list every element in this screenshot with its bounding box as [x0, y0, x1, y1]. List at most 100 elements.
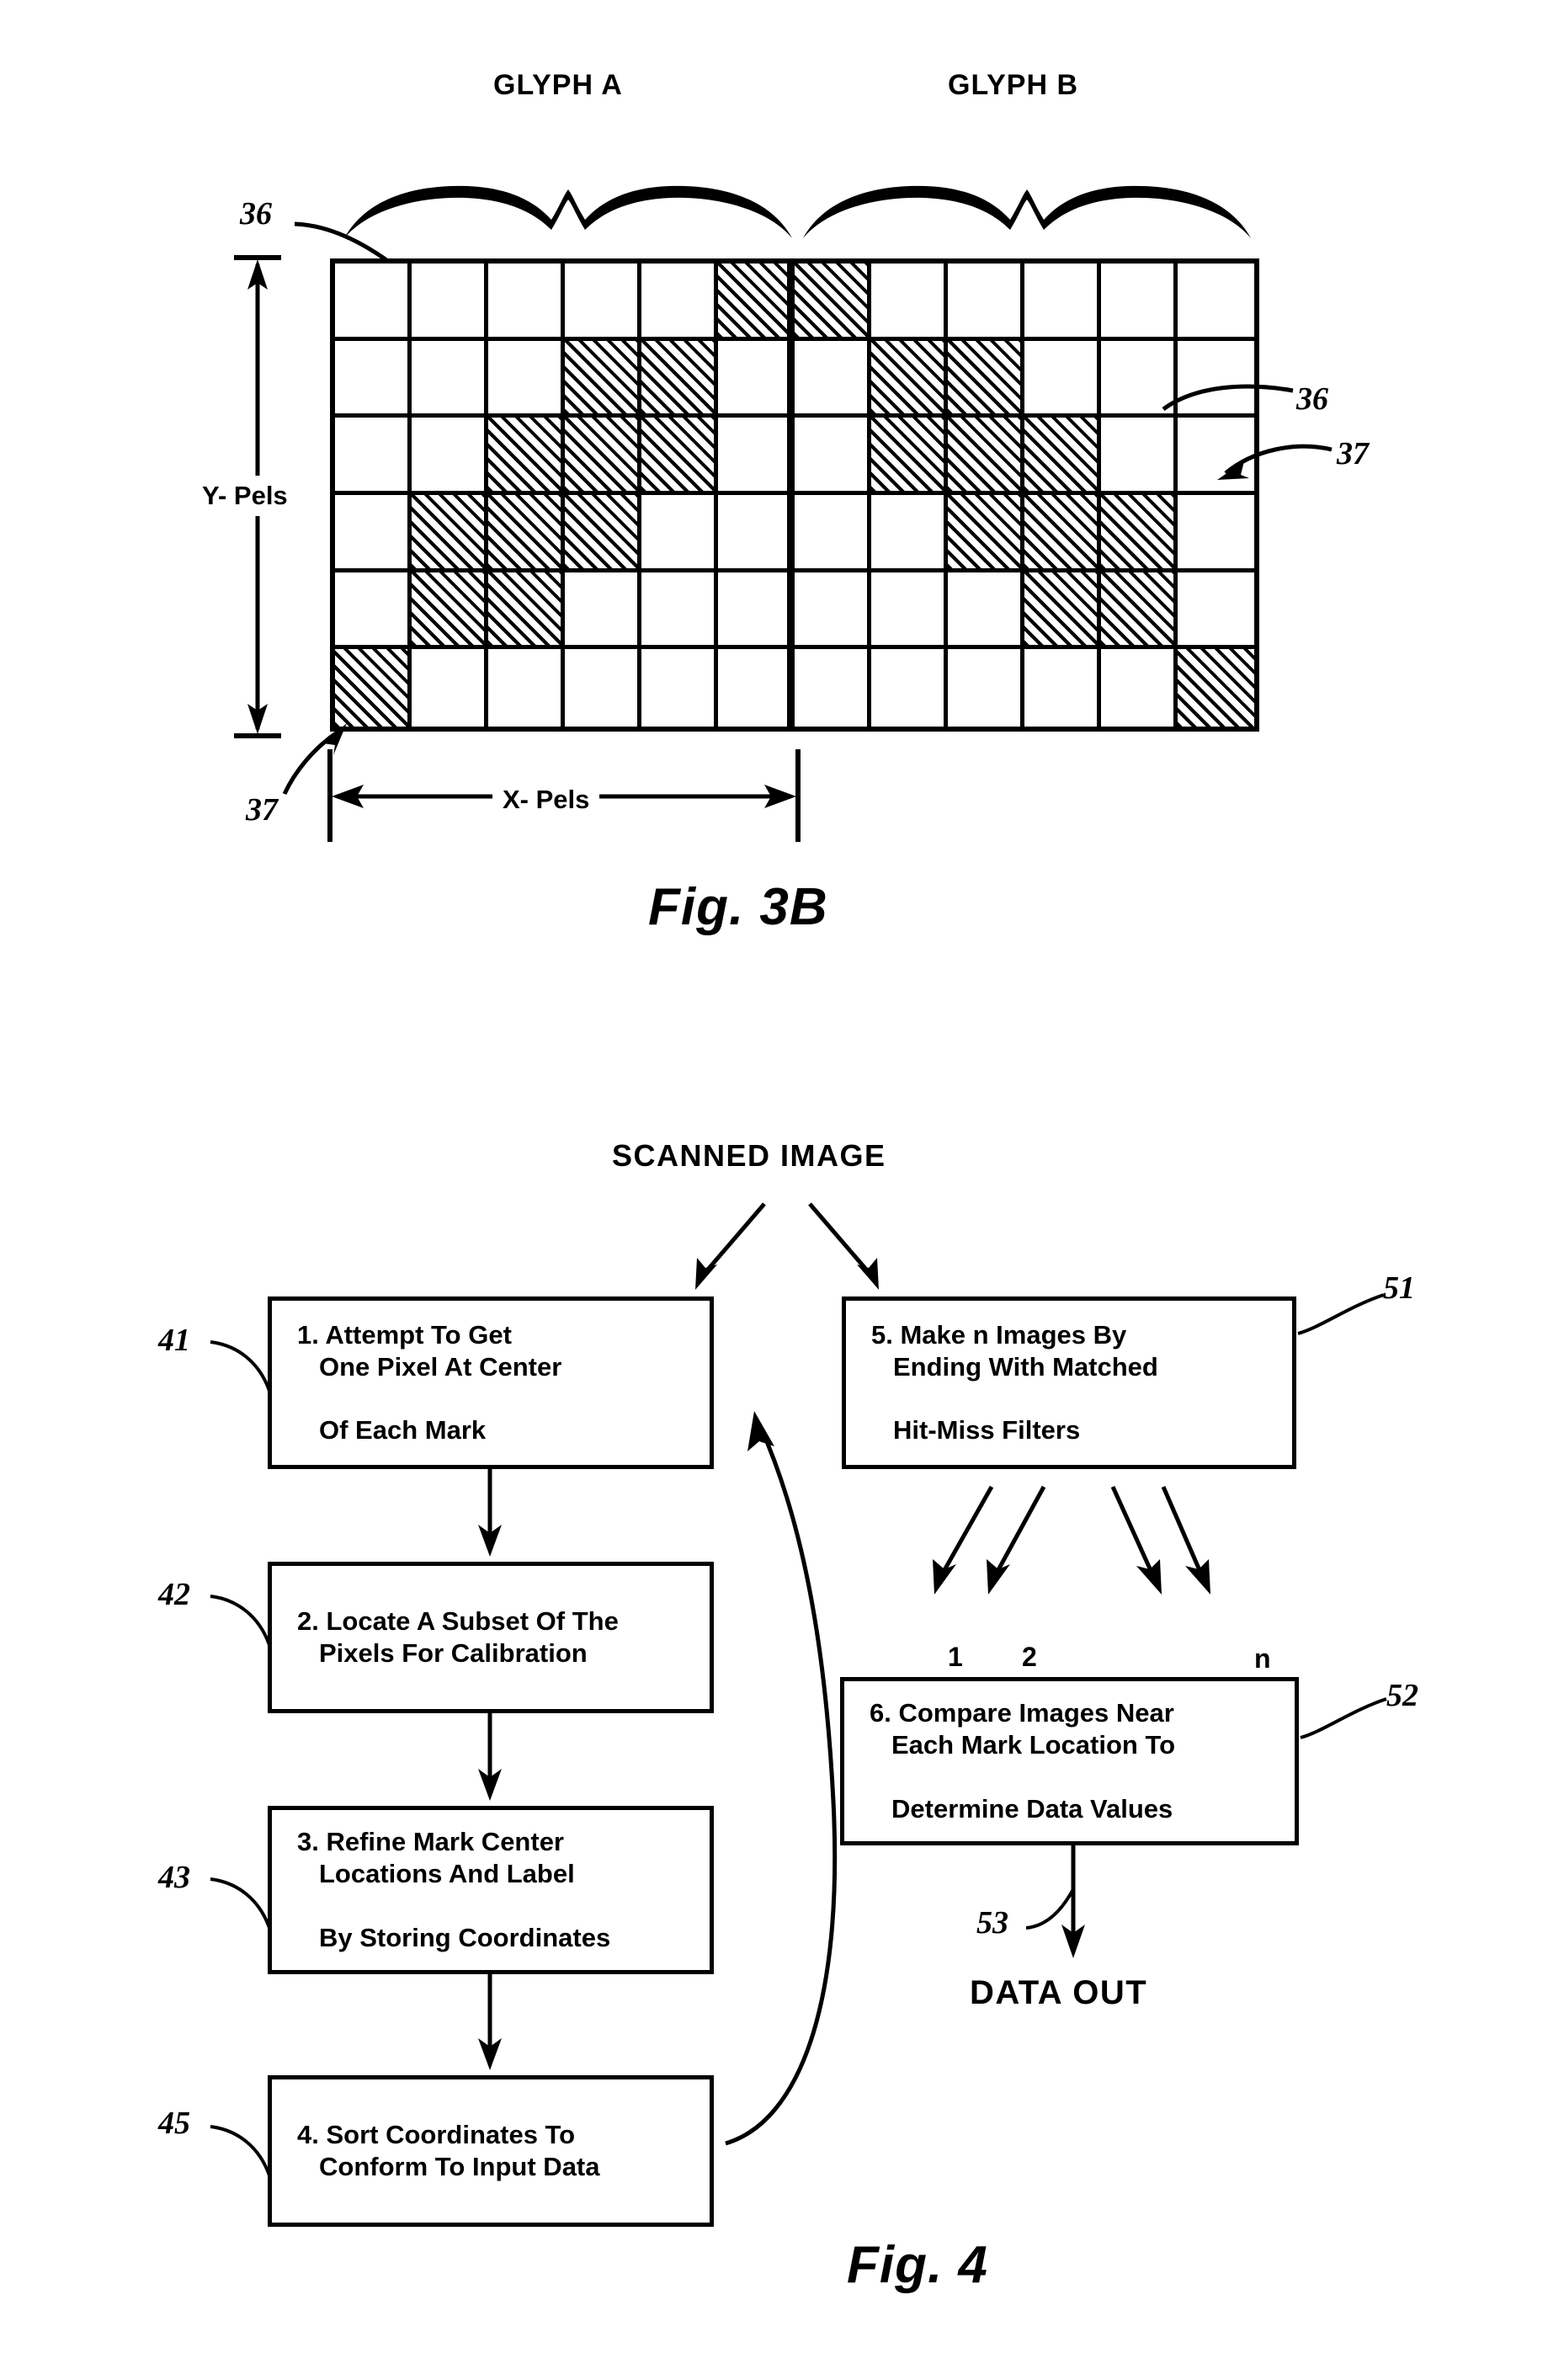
pixel-cell-r2-c8 [871, 340, 948, 418]
flow-box-5-line3: Hit-Miss Filters [893, 1415, 1081, 1446]
flow-box-4[interactable]: 4. Sort Coordinates To Conform To Input … [268, 2075, 714, 2227]
pixel-cell-r2-c5 [641, 340, 718, 418]
pixel-cell-r2-c6 [718, 340, 795, 418]
flow-box-4-line2: Conform To Input Data [319, 2152, 600, 2181]
pixel-cell-r4-c3 [488, 494, 565, 572]
pixel-cell-r1-c9 [948, 264, 1024, 341]
ref-45-leader-line [210, 2125, 271, 2176]
pixel-cell-r6-c10 [1024, 649, 1101, 727]
pixel-cell-r5-c10 [1024, 572, 1101, 650]
ref-42-leader-line [210, 1595, 271, 1646]
ref-numeral-42: 42 [158, 1577, 190, 1612]
pixel-cell-r1-c7 [795, 264, 871, 341]
flow-box-3-text: 3. Refine Mark Center Locations And Labe… [297, 1795, 610, 1986]
pixel-cell-r6-c9 [948, 649, 1024, 727]
ref-numeral-36-top-left: 36 [240, 196, 272, 232]
flow-box-5-line2: Ending With Matched [893, 1351, 1158, 1382]
pixel-grid [330, 258, 1259, 732]
pixel-cell-r4-c12 [1178, 494, 1254, 572]
pixel-cell-r5-c9 [948, 572, 1024, 650]
flow-box-5-text: 5. Make n Images By Ending With Matched … [871, 1287, 1158, 1478]
flow-box-6-line2: Each Mark Location To [891, 1730, 1176, 1760]
pixel-cell-r4-c10 [1024, 494, 1101, 572]
flow-box-6-text: 6. Compare Images Near Each Mark Locatio… [870, 1666, 1175, 1857]
figure-4-caption: Fig. 4 [847, 2236, 988, 2294]
flow-box-3-line2: Locations And Label [319, 1859, 575, 1889]
flow-box-4-line1: 4. Sort Coordinates To [297, 2120, 576, 2150]
pixel-cell-r1-c6 [718, 264, 795, 341]
pixel-cell-r2-c1 [335, 340, 412, 418]
flow-box-1-line2: One Pixel At Center [319, 1351, 562, 1382]
pixel-cell-r5-c11 [1101, 572, 1178, 650]
pixel-cell-r1-c11 [1101, 264, 1178, 341]
pixel-cell-r3-c8 [871, 418, 948, 495]
pixel-cell-r6-c8 [871, 649, 948, 727]
ref-numeral-37-right: 37 [1337, 436, 1369, 471]
pixel-cell-r2-c3 [488, 340, 565, 418]
pixel-cell-r5-c7 [795, 572, 871, 650]
arrow-box3-to-box4 [478, 1974, 502, 2070]
pixel-cell-r3-c7 [795, 418, 871, 495]
pixel-cell-r5-c5 [641, 572, 718, 650]
pixel-cell-r1-c12 [1178, 264, 1254, 341]
glyph-b-label: GLYPH B [948, 69, 1079, 101]
pixel-cell-r2-c2 [412, 340, 488, 418]
flow-box-6-line1: 6. Compare Images Near [870, 1698, 1174, 1728]
pixel-cell-r4-c5 [641, 494, 718, 572]
flow-box-5[interactable]: 5. Make n Images By Ending With Matched … [842, 1296, 1296, 1469]
flow-box-6-line3: Determine Data Values [891, 1793, 1173, 1824]
pixel-cell-r5-c12 [1178, 572, 1254, 650]
pixel-cell-r1-c4 [565, 264, 641, 341]
ref-52-leader-line [1300, 1697, 1387, 1739]
pixel-cell-r5-c2 [412, 572, 488, 650]
scanned-image-input-arrows [695, 1202, 879, 1290]
flow-box-2-line1: 2. Locate A Subset Of The [297, 1606, 619, 1637]
pixel-cell-r6-c2 [412, 649, 488, 727]
pixel-cell-r1-c5 [641, 264, 718, 341]
pixel-cell-r4-c7 [795, 494, 871, 572]
pixel-cell-r2-c9 [948, 340, 1024, 418]
ref-numeral-53: 53 [976, 1905, 1008, 1941]
branch-label-n: n [1254, 1643, 1271, 1674]
flow-box-1[interactable]: 1. Attempt To Get One Pixel At Center Of… [268, 1296, 714, 1469]
arrow-box1-to-box2 [478, 1469, 502, 1557]
arrow-box2-to-box3 [478, 1713, 502, 1801]
ref-51-leader-line [1297, 1293, 1385, 1335]
flow-box-1-line3: Of Each Mark [319, 1415, 487, 1446]
pixel-cell-r1-c1 [335, 264, 412, 341]
ref-43-leader-line [210, 1877, 271, 1929]
ref-36-right-leader-line [1162, 384, 1294, 412]
figure-3b-caption: Fig. 3B [648, 878, 828, 936]
pixel-cell-r3-c5 [641, 418, 718, 495]
arrow-box4-to-box5 [725, 1411, 838, 2146]
pixel-cell-r3-c9 [948, 418, 1024, 495]
pixel-cell-r6-c6 [718, 649, 795, 727]
pixel-cell-r3-c4 [565, 418, 641, 495]
pixel-cell-r5-c1 [335, 572, 412, 650]
pixel-cell-r4-c9 [948, 494, 1024, 572]
pixel-cell-r3-c11 [1101, 418, 1178, 495]
pixel-cell-r3-c3 [488, 418, 565, 495]
flow-box-3-line3: By Storing Coordinates [319, 1922, 611, 1952]
flow-box-1-text: 1. Attempt To Get One Pixel At Center Of… [297, 1287, 561, 1478]
pixel-cell-r3-c6 [718, 418, 795, 495]
pixel-cell-r6-c4 [565, 649, 641, 727]
ref-numeral-43: 43 [158, 1860, 190, 1895]
flow-box-2[interactable]: 2. Locate A Subset Of The Pixels For Cal… [268, 1562, 714, 1713]
glyph-b-brace-icon [803, 185, 1251, 238]
flow-box-2-text: 2. Locate A Subset Of The Pixels For Cal… [297, 1573, 619, 1701]
pixel-cell-r4-c4 [565, 494, 641, 572]
pixel-cell-r4-c8 [871, 494, 948, 572]
flow-box-3[interactable]: 3. Refine Mark Center Locations And Labe… [268, 1806, 714, 1974]
flow-box-6[interactable]: 6. Compare Images Near Each Mark Locatio… [840, 1677, 1299, 1845]
hit-miss-branch-arrows [933, 1485, 1210, 1595]
pixel-cell-r2-c4 [565, 340, 641, 418]
pixel-cell-r5-c3 [488, 572, 565, 650]
pixel-cell-r3-c10 [1024, 418, 1101, 495]
ref-numeral-41: 41 [158, 1323, 190, 1358]
ref-41-leader-line [210, 1340, 271, 1392]
pixel-cell-r5-c8 [871, 572, 948, 650]
pixel-cell-r2-c7 [795, 340, 871, 418]
pixel-cell-r5-c4 [565, 572, 641, 650]
flow-box-5-line1: 5. Make n Images By [871, 1319, 1127, 1350]
